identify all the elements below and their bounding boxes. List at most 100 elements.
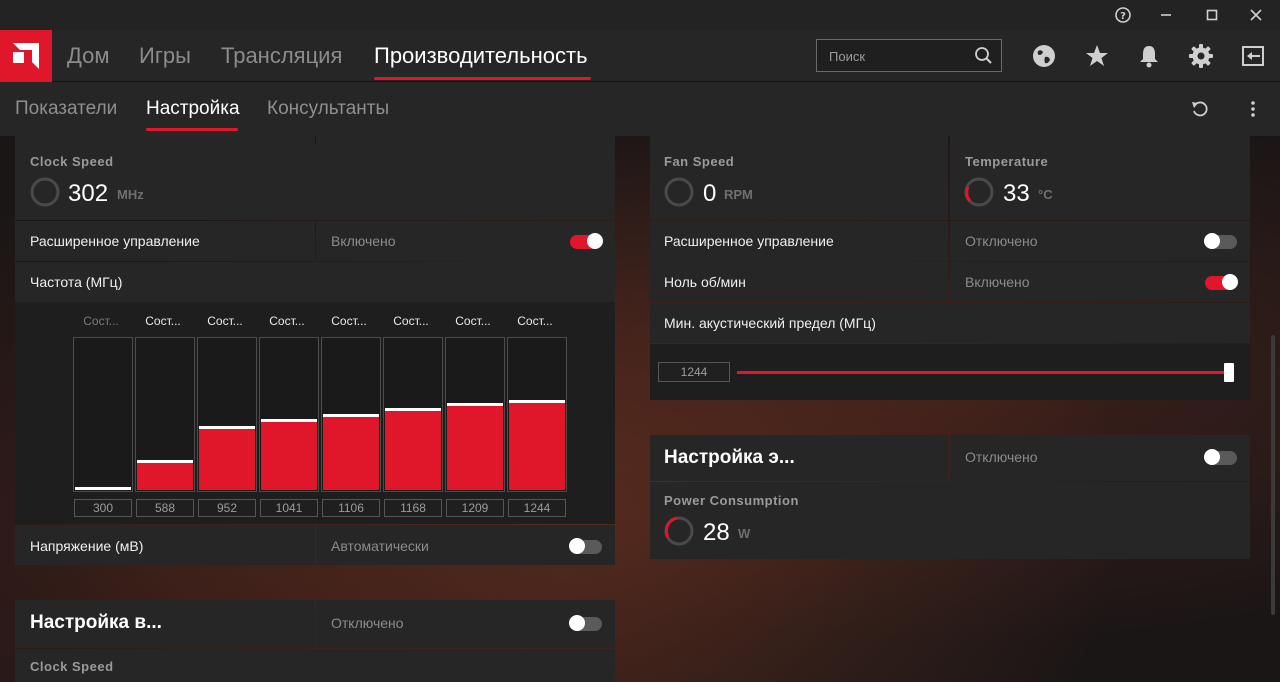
- acoustic-slider-track[interactable]: [737, 371, 1230, 374]
- voltage-toggle[interactable]: [569, 538, 602, 554]
- frequency-state-column[interactable]: [383, 337, 443, 492]
- tab-advisors[interactable]: Консультанты: [267, 98, 389, 120]
- frequency-state-handle[interactable]: [509, 400, 565, 403]
- tab-home[interactable]: Дом: [67, 43, 110, 69]
- vram-clock-cell: Clock Speed: [15, 649, 615, 682]
- fan-gauge-icon: [664, 177, 694, 207]
- clock-speed-label: Clock Speed: [30, 154, 114, 169]
- frequency-state-fill: [509, 403, 565, 490]
- fan-advanced-toggle[interactable]: [1204, 233, 1237, 249]
- more-vertical-icon[interactable]: [1245, 99, 1261, 119]
- fan-speed-unit: RPM: [724, 187, 753, 202]
- star-icon[interactable]: [1084, 43, 1110, 69]
- frequency-state-fill: [199, 429, 255, 490]
- temperature-gauge-icon: [964, 177, 994, 207]
- frequency-state-fill: [385, 411, 441, 490]
- zero-rpm-label: Ноль об/мин: [664, 274, 746, 290]
- state-label: Сост...: [145, 314, 181, 328]
- power-value-cell: Отключено: [950, 435, 1250, 481]
- acoustic-limit-cell: Мин. акустический предел (МГц): [650, 303, 1250, 343]
- active-tab-underline: [374, 77, 591, 80]
- sub-nav: Показатели Настройка Консультанты: [0, 82, 1280, 136]
- temperature-value: 33: [1003, 180, 1030, 207]
- vram-toggle[interactable]: [569, 615, 602, 631]
- frequency-state-handle[interactable]: [75, 487, 131, 490]
- maximize-button[interactable]: [1201, 4, 1223, 26]
- power-consumption-value: 28: [703, 519, 730, 546]
- fan-advanced-label: Расширенное управление: [664, 233, 834, 249]
- frequency-state-column[interactable]: [259, 337, 319, 492]
- temperature-unit: °C: [1038, 187, 1053, 202]
- reset-icon[interactable]: [1190, 99, 1210, 119]
- search-input[interactable]: [829, 46, 969, 66]
- minimize-button[interactable]: [1155, 4, 1177, 26]
- active-subtab-underline: [146, 128, 238, 131]
- frequency-state-handle[interactable]: [261, 419, 317, 422]
- clock-speed-cell: Clock Speed 302 MHz: [15, 144, 615, 220]
- power-toggle[interactable]: [1204, 449, 1237, 465]
- zero-rpm-cell: Ноль об/мин: [650, 262, 948, 302]
- gear-icon[interactable]: [1188, 43, 1214, 69]
- tab-games[interactable]: Игры: [139, 43, 191, 69]
- amd-logo[interactable]: [0, 30, 52, 82]
- frequency-state-handle[interactable]: [447, 403, 503, 406]
- frequency-state-handle[interactable]: [199, 426, 255, 429]
- panel-top-edge: [316, 136, 615, 144]
- temperature-label: Temperature: [965, 154, 1049, 169]
- acoustic-limit-value[interactable]: 1244: [658, 362, 730, 382]
- voltage-label: Напряжение (мВ): [30, 538, 144, 554]
- frequency-state-column[interactable]: [507, 337, 567, 492]
- frequency-state-handle[interactable]: [385, 408, 441, 411]
- scrollbar[interactable]: [1271, 335, 1275, 615]
- frequency-state-column[interactable]: [135, 337, 195, 492]
- title-bar: ?: [0, 0, 1280, 30]
- frequency-value-box[interactable]: 1209: [446, 499, 504, 517]
- state-label: Сост...: [331, 314, 367, 328]
- temperature-cell: Temperature 33 °C: [950, 144, 1250, 220]
- globe-icon[interactable]: [1031, 43, 1057, 69]
- power-consumption-unit: W: [738, 526, 751, 541]
- vram-value-cell: Отключено: [316, 600, 615, 648]
- frequency-label: Частота (МГц): [30, 274, 123, 290]
- tab-streaming[interactable]: Трансляция: [221, 43, 342, 69]
- bell-icon[interactable]: [1136, 43, 1162, 69]
- frequency-value-box[interactable]: 952: [198, 499, 256, 517]
- frequency-state-column[interactable]: [197, 337, 257, 492]
- main-nav: Дом Игры Трансляция Производительность: [0, 30, 1280, 82]
- tab-performance[interactable]: Производительность: [374, 43, 588, 69]
- frequency-state-fill: [447, 406, 503, 490]
- acoustic-slider-handle[interactable]: [1224, 363, 1234, 382]
- frequency-value-box[interactable]: 300: [74, 499, 132, 517]
- advanced-control-toggle[interactable]: [570, 233, 603, 249]
- voltage-cell: Напряжение (мВ): [15, 525, 315, 565]
- frequency-value-box[interactable]: 1168: [384, 499, 442, 517]
- frequency-state-handle[interactable]: [323, 414, 379, 417]
- zero-rpm-toggle[interactable]: [1205, 274, 1238, 290]
- acoustic-limit-label: Мин. акустический предел (МГц): [664, 315, 876, 331]
- frequency-value-box[interactable]: 1244: [508, 499, 566, 517]
- search-box[interactable]: [816, 39, 1002, 72]
- exit-icon[interactable]: [1240, 43, 1266, 69]
- help-icon[interactable]: ?: [1112, 4, 1134, 26]
- clock-speed-value: 302: [68, 180, 109, 207]
- frequency-value-box[interactable]: 588: [136, 499, 194, 517]
- tab-metrics[interactable]: Показатели: [15, 98, 117, 120]
- frequency-value-box[interactable]: 1106: [322, 499, 380, 517]
- frequency-state-column[interactable]: [73, 337, 133, 492]
- power-consumption-cell: Power Consumption 28 W: [650, 482, 1250, 559]
- frequency-state-handle[interactable]: [137, 460, 193, 463]
- frequency-state-column[interactable]: [321, 337, 381, 492]
- tab-tuning[interactable]: Настройка: [146, 98, 240, 120]
- clock-speed-unit: MHz: [117, 187, 144, 202]
- fan-speed-value: 0: [703, 180, 717, 207]
- search-icon[interactable]: [974, 46, 994, 66]
- frequency-state-fill: [137, 463, 193, 490]
- zero-rpm-value-cell: Включено: [950, 262, 1250, 302]
- frequency-value-box[interactable]: 1041: [260, 499, 318, 517]
- fan-advanced-value: Отключено: [965, 233, 1038, 249]
- vram-header-cell: Настройка в...: [15, 600, 315, 648]
- frequency-state-fill: [261, 422, 317, 490]
- close-button[interactable]: [1245, 4, 1267, 26]
- voltage-value: Автоматически: [331, 538, 429, 554]
- frequency-state-column[interactable]: [445, 337, 505, 492]
